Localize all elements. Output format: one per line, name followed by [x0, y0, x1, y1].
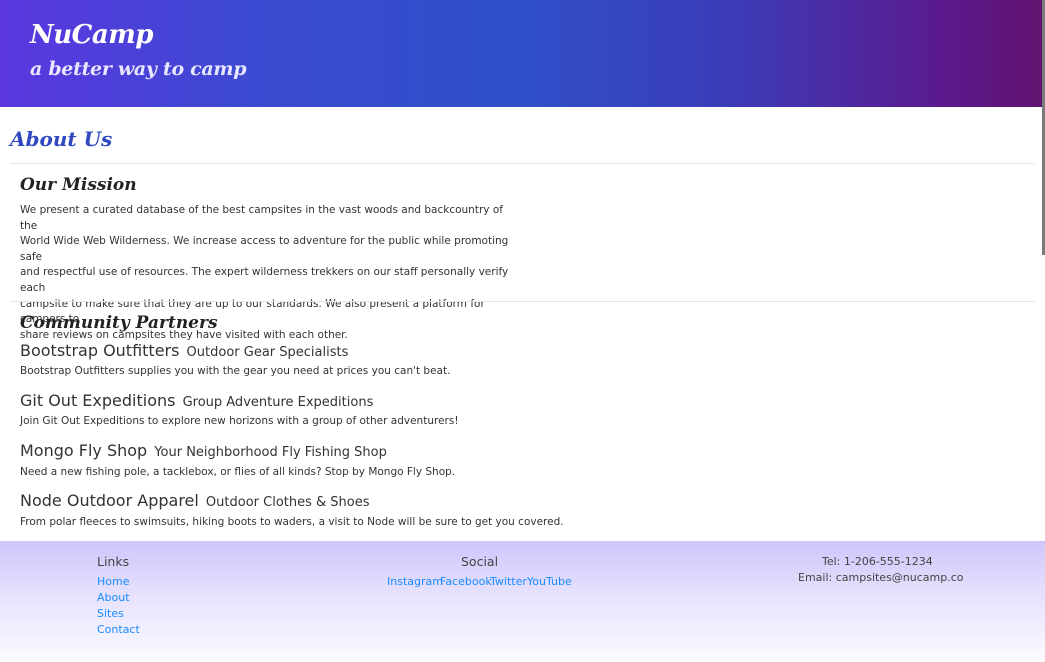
- social-link-instagram[interactable]: Instagram: [387, 575, 443, 588]
- footer-email: Email: campsites@nucamp.co: [798, 571, 964, 584]
- partner-name: Git Out Expeditions: [20, 391, 176, 410]
- header-jumbotron: NuCamp a better way to camp: [0, 0, 1045, 107]
- partners-heading: Community Partners: [20, 313, 218, 333]
- social-link-youtube[interactable]: YouTube: [527, 575, 572, 588]
- partner-description: From polar fleeces to swimsuits, hiking …: [20, 516, 564, 528]
- mission-line: We present a curated database of the bes…: [20, 204, 503, 232]
- social-link-twitter[interactable]: Twitter: [490, 575, 527, 588]
- page: NuCamp a better way to camp About Us Our…: [0, 0, 1045, 662]
- site-footer: Links Home About Sites Contact Social In…: [0, 541, 1045, 662]
- partner-tagline: Your Neighborhood Fly Fishing Shop: [154, 445, 387, 460]
- mission-line: and respectful use of resources. The exp…: [20, 266, 509, 294]
- partner-tagline: Outdoor Gear Specialists: [186, 345, 349, 360]
- partner-item: Bootstrap Outfitters Outdoor Gear Specia…: [20, 341, 348, 360]
- partner-description: Join Git Out Expeditions to explore new …: [20, 415, 459, 427]
- partner-name: Node Outdoor Apparel: [20, 491, 199, 510]
- partner-item: Mongo Fly Shop Your Neighborhood Fly Fis…: [20, 441, 387, 460]
- partner-item: Node Outdoor Apparel Outdoor Clothes & S…: [20, 491, 370, 510]
- page-title: About Us: [10, 127, 113, 151]
- divider: [10, 163, 1035, 164]
- footer-links-title: Links: [97, 554, 130, 569]
- partner-name: Mongo Fly Shop: [20, 441, 148, 460]
- partner-description: Bootstrap Outfitters supplies you with t…: [20, 365, 451, 377]
- partner-tagline: Group Adventure Expeditions: [182, 395, 374, 410]
- brand-tagline: a better way to camp: [30, 58, 247, 80]
- social-link-facebook[interactable]: Facebook: [440, 575, 492, 588]
- partner-name: Bootstrap Outfitters: [20, 341, 180, 360]
- mission-heading: Our Mission: [20, 175, 137, 195]
- footer-link-home[interactable]: Home: [97, 575, 129, 588]
- footer-link-about[interactable]: About: [97, 591, 130, 604]
- partner-item: Git Out Expeditions Group Adventure Expe…: [20, 391, 373, 410]
- partner-tagline: Outdoor Clothes & Shoes: [205, 495, 370, 510]
- footer-social-title: Social: [461, 554, 499, 569]
- footer-phone: Tel: 1-206-555-1234: [822, 555, 933, 568]
- footer-link-contact[interactable]: Contact: [97, 623, 140, 636]
- partner-description: Need a new fishing pole, a tacklebox, or…: [20, 466, 456, 478]
- mission-line: World Wide Web Wilderness. We increase a…: [20, 235, 509, 263]
- divider: [10, 301, 1035, 302]
- brand-title: NuCamp: [30, 20, 153, 50]
- footer-link-sites[interactable]: Sites: [97, 607, 124, 620]
